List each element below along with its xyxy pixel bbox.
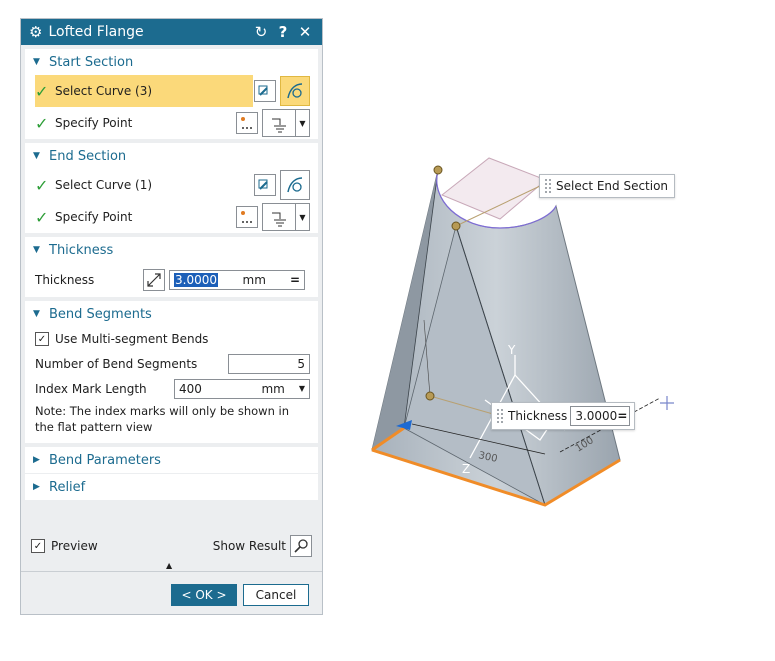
graphics-viewport[interactable]: Y Z 300 100 bbox=[0, 0, 775, 661]
sketch-plane[interactable] bbox=[441, 157, 547, 220]
thickness-screen-input: Thickness 3.0000 = bbox=[491, 402, 636, 430]
thickness-screen-label: Thickness bbox=[508, 409, 568, 423]
crosshair-cursor-icon bbox=[660, 396, 674, 410]
formula-equals-icon[interactable]: = bbox=[617, 409, 627, 423]
drag-grip-icon[interactable] bbox=[496, 408, 504, 424]
drag-grip-icon[interactable] bbox=[544, 178, 552, 194]
end-point-handle[interactable] bbox=[451, 221, 461, 231]
end-point-handle[interactable] bbox=[433, 165, 443, 175]
start-point-handle[interactable] bbox=[425, 391, 435, 401]
thickness-screen-field[interactable]: 3.0000 = bbox=[570, 406, 631, 426]
axis-z-label: Z bbox=[462, 462, 470, 476]
thickness-screen-value: 3.0000 bbox=[575, 409, 618, 423]
axis-y-label: Y bbox=[507, 343, 516, 357]
select-end-section-text: Select End Section bbox=[556, 179, 669, 193]
select-end-section-tooltip: Select End Section bbox=[539, 174, 676, 198]
